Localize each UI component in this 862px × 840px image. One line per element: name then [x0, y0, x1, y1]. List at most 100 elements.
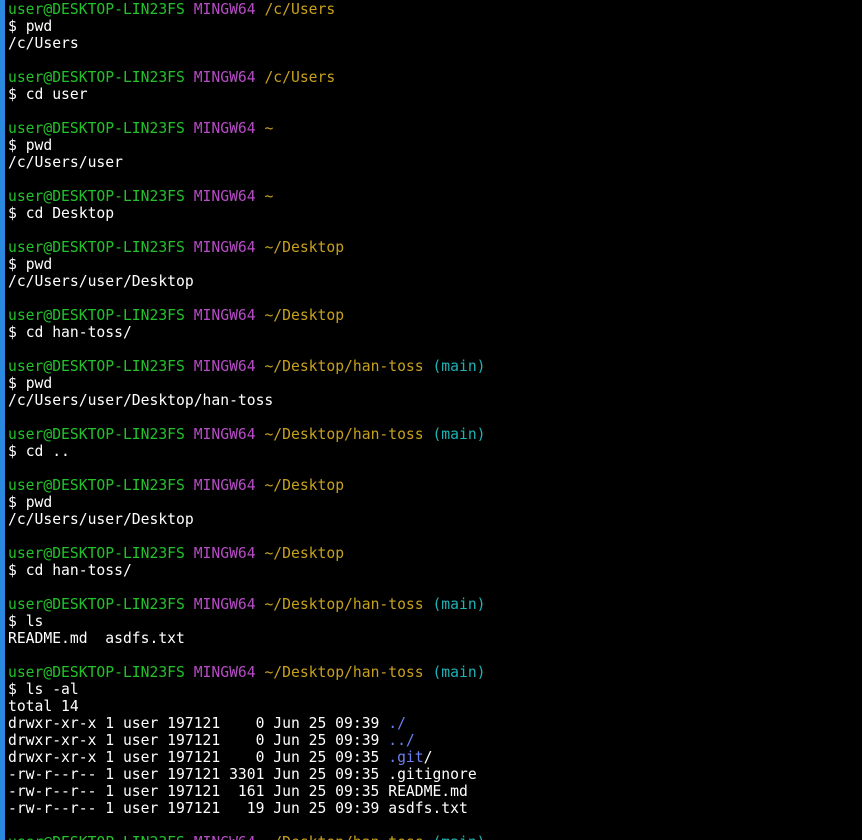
command-line: $ cd user: [8, 86, 862, 103]
output-text: /c/Users/user/Desktop/han-toss: [8, 392, 274, 409]
prompt-line: user@DESKTOP-LIN23FS MINGW64 ~/Desktop: [8, 239, 862, 256]
prompt-symbol: $: [8, 562, 17, 579]
prompt-user-host: user@DESKTOP-LIN23FS: [8, 239, 185, 256]
listing-name: ../: [388, 732, 415, 749]
listing-row: drwxr-xr-x 1 user 197121 0 Jun 25 09:39 …: [8, 715, 862, 732]
listing-row: drwxr-xr-x 1 user 197121 0 Jun 25 09:39 …: [8, 732, 862, 749]
prompt-symbol: $: [8, 18, 17, 35]
prompt-symbol: $: [8, 613, 17, 630]
prompt-msystem: MINGW64: [193, 358, 256, 375]
prompt-symbol: $: [8, 375, 17, 392]
output-line: /c/Users/user/Desktop: [8, 511, 862, 528]
output-line: /c/Users: [8, 35, 862, 52]
terminal-output: user@DESKTOP-LIN23FS MINGW64 /c/Users $ p…: [8, 1, 862, 840]
command-text: cd Desktop: [25, 205, 115, 222]
prompt-msystem: MINGW64: [193, 1, 256, 18]
listing-meta: drwxr-xr-x 1 user 197121 0 Jun 25 09:39: [8, 715, 389, 732]
listing-suffix: /: [423, 749, 433, 766]
prompt-path: ~/Desktop: [264, 307, 345, 324]
prompt-user-host: user@DESKTOP-LIN23FS: [8, 664, 185, 681]
command-text: cd han-toss/: [25, 324, 132, 341]
prompt-user-host: user@DESKTOP-LIN23FS: [8, 307, 185, 324]
prompt-user-host: user@DESKTOP-LIN23FS: [8, 69, 185, 86]
command-line: $ pwd: [8, 137, 862, 154]
listing-row: -rw-r--r-- 1 user 197121 19 Jun 25 09:39…: [8, 800, 862, 817]
output-line: /c/Users/user/Desktop: [8, 273, 862, 290]
prompt-msystem: MINGW64: [193, 596, 256, 613]
command-text: pwd: [25, 137, 53, 154]
command-line: $ pwd: [8, 256, 862, 273]
prompt-user-host: user@DESKTOP-LIN23FS: [8, 596, 185, 613]
command-text: pwd: [25, 18, 53, 35]
command-line: $ cd ..: [8, 443, 862, 460]
listing-row: -rw-r--r-- 1 user 197121 3301 Jun 25 09:…: [8, 766, 862, 783]
command-line: $ pwd: [8, 18, 862, 35]
command-text: pwd: [25, 375, 53, 392]
command-text: pwd: [25, 494, 53, 511]
prompt-line: user@DESKTOP-LIN23FS MINGW64 ~/Desktop/h…: [8, 664, 862, 681]
prompt-branch: (main): [432, 358, 486, 375]
prompt-msystem: MINGW64: [193, 545, 256, 562]
prompt-user-host: user@DESKTOP-LIN23FS: [8, 1, 185, 18]
listing-name: .git: [388, 749, 424, 766]
prompt-line: user@DESKTOP-LIN23FS MINGW64 ~/Desktop/h…: [8, 358, 862, 375]
prompt-branch: (main): [432, 426, 486, 443]
prompt-msystem: MINGW64: [193, 239, 256, 256]
command-line: $ ls: [8, 613, 862, 630]
listing-meta: -rw-r--r-- 1 user 197121 3301 Jun 25 09:…: [8, 766, 389, 783]
command-line: $ cd han-toss/: [8, 324, 862, 341]
prompt-line: user@DESKTOP-LIN23FS MINGW64 /c/Users: [8, 69, 862, 86]
command-text: cd ..: [25, 443, 70, 460]
prompt-user-host: user@DESKTOP-LIN23FS: [8, 120, 185, 137]
command-text: cd han-toss/: [25, 562, 132, 579]
terminal-window[interactable]: user@DESKTOP-LIN23FS MINGW64 /c/Users $ p…: [0, 0, 862, 840]
output-text: /c/Users/user/Desktop: [8, 511, 194, 528]
output-text: README.md asdfs.txt: [8, 630, 185, 647]
command-line: $ cd han-toss/: [8, 562, 862, 579]
command-text: ls -al: [25, 681, 79, 698]
prompt-symbol: $: [8, 681, 17, 698]
prompt-msystem: MINGW64: [194, 834, 256, 840]
prompt-branch: (main): [432, 664, 486, 681]
prompt-branch: (main): [432, 834, 485, 840]
prompt-symbol: $: [8, 443, 17, 460]
prompt-path: /c/Users: [264, 1, 336, 18]
prompt-path: ~/Desktop/han-toss: [264, 664, 424, 681]
prompt-symbol: $: [8, 86, 17, 103]
prompt-user-host: user@DESKTOP-LIN23FS: [8, 545, 185, 562]
command-line: $ pwd: [8, 494, 862, 511]
prompt-line: user@DESKTOP-LIN23FS MINGW64 ~/Desktop: [8, 477, 862, 494]
prompt-symbol: $: [8, 494, 17, 511]
output-line: /c/Users/user: [8, 154, 862, 171]
output-line: README.md asdfs.txt: [8, 630, 862, 647]
prompt-line: user@DESKTOP-LIN23FS MINGW64 /c/Users: [8, 1, 862, 18]
output-text: /c/Users/user: [8, 154, 123, 171]
listing-name: asdfs.txt: [388, 800, 468, 817]
prompt-line: user@DESKTOP-LIN23FS MINGW64 ~/Desktop: [8, 545, 862, 562]
listing-meta: drwxr-xr-x 1 user 197121 0 Jun 25 09:35: [8, 749, 389, 766]
listing-name: .gitignore: [388, 766, 477, 783]
listing-meta: -rw-r--r-- 1 user 197121 161 Jun 25 09:3…: [8, 783, 389, 800]
prompt-symbol: $: [8, 205, 17, 222]
prompt-user-host: user@DESKTOP-LIN23FS: [8, 358, 185, 375]
prompt-user-host: user@DESKTOP-LIN23FS: [8, 426, 185, 443]
prompt-path: ~/Desktop/han-toss: [264, 596, 424, 613]
prompt-user-host: user@DESKTOP-LIN23FS: [8, 477, 185, 494]
output-line: total 14: [8, 698, 862, 715]
prompt-symbol: $: [8, 137, 17, 154]
prompt-symbol: $: [8, 256, 17, 273]
prompt-path: ~/Desktop: [264, 477, 345, 494]
prompt-path: ~/Desktop/han-toss: [264, 358, 424, 375]
command-text: cd user: [25, 86, 88, 103]
